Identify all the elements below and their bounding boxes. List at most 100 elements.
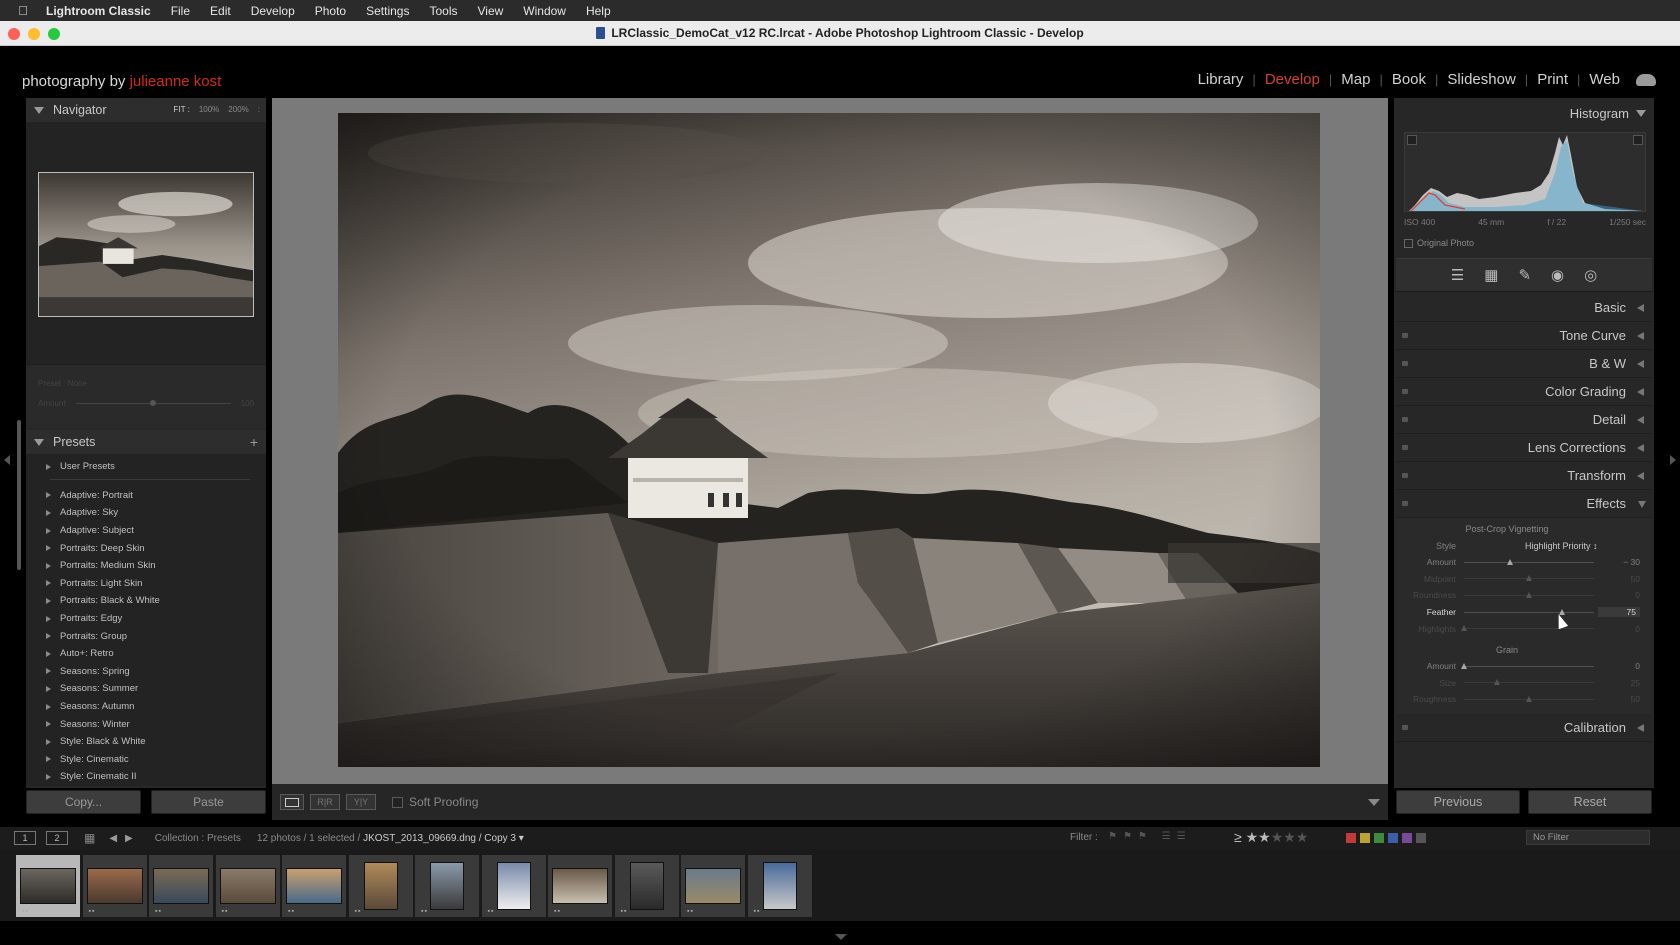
filmstrip-thumbnail[interactable]: ▪▪ (614, 855, 679, 917)
expand-triangle-icon[interactable] (46, 703, 51, 710)
expand-triangle-icon[interactable] (46, 597, 51, 604)
navigation-arrows[interactable]: ◀▶ (109, 833, 140, 844)
slider-thumb[interactable] (1526, 575, 1532, 582)
slider-value[interactable]: 0 (1594, 590, 1642, 600)
color-label-swatch[interactable] (1374, 833, 1384, 843)
menu-window[interactable]: Window (523, 4, 566, 18)
preset-folder[interactable]: Portraits: Edgy (26, 610, 266, 628)
module-slideshow[interactable]: Slideshow (1447, 71, 1515, 88)
vignette-style-select[interactable]: Highlight Priority ↕ (1525, 541, 1598, 551)
main-photo[interactable] (338, 113, 1320, 767)
star-icon[interactable]: ★ (1283, 829, 1296, 845)
before-after-swap-button[interactable]: Y|Y (346, 794, 376, 810)
slider-thumb[interactable] (1526, 591, 1532, 598)
panel-color-grading[interactable]: Color Grading (1396, 378, 1652, 406)
filmstrip-thumbnail[interactable]: ▪▪ (747, 855, 812, 917)
zoom-200[interactable]: 200% (228, 105, 248, 114)
healing-brush-icon[interactable]: ✎ (1518, 266, 1531, 284)
preset-folder[interactable]: Seasons: Winter (26, 715, 266, 733)
collapse-panel-icon[interactable] (1638, 501, 1646, 508)
slider-value[interactable]: 50 (1594, 694, 1642, 704)
menu-file[interactable]: File (171, 4, 190, 18)
preset-folder[interactable]: Portraits: Deep Skin (26, 539, 266, 557)
filmstrip-thumbnail[interactable]: ▪▪ (348, 855, 413, 917)
preset-folder-user-presets[interactable]: User Presets (26, 458, 266, 476)
expand-triangle-icon[interactable] (46, 463, 51, 470)
slider-thumb[interactable] (1461, 625, 1467, 632)
expand-panel-icon[interactable] (1637, 472, 1644, 480)
star-icon[interactable]: ★ (1271, 829, 1284, 845)
panel-calibration[interactable]: Calibration (1396, 714, 1652, 742)
module-book[interactable]: Book (1392, 71, 1426, 88)
expand-triangle-icon[interactable] (46, 650, 51, 657)
reset-button[interactable]: Reset (1528, 790, 1652, 814)
expand-panel-icon[interactable] (1637, 723, 1644, 732)
panel-switch-icon[interactable] (1402, 389, 1408, 394)
menu-help[interactable]: Help (586, 4, 611, 18)
slider-thumb[interactable] (1506, 558, 1513, 565)
highlight-clipping-icon[interactable] (1633, 135, 1643, 145)
preset-folder[interactable]: Style: Cinematic (26, 751, 266, 769)
zoom-100[interactable]: 100% (199, 105, 219, 114)
preset-folder[interactable]: Portraits: Group (26, 627, 266, 645)
preset-folder[interactable]: Adaptive: Sky (26, 504, 266, 522)
grid-view-icon[interactable]: ▦ (84, 831, 95, 845)
amount-slider[interactable] (75, 400, 231, 406)
copy-settings-button[interactable]: Copy... (26, 790, 141, 814)
star-icon[interactable]: ★ (1296, 829, 1309, 845)
zoom-window-button[interactable] (48, 28, 60, 40)
expand-triangle-icon[interactable] (46, 721, 51, 728)
filmstrip-thumbnail[interactable]: ▪▪ (215, 855, 280, 917)
apple-icon[interactable]:  (0, 3, 46, 18)
expand-triangle-icon[interactable] (46, 756, 51, 763)
collapse-right-panel-icon[interactable] (1670, 455, 1676, 465)
panel-basic[interactable]: Basic (1396, 294, 1652, 322)
expand-panel-icon[interactable] (1637, 332, 1644, 340)
expand-triangle-icon[interactable] (46, 580, 51, 587)
menu-develop[interactable]: Develop (251, 4, 295, 18)
slider-thumb[interactable] (150, 400, 156, 406)
navigator-thumbnail[interactable] (38, 172, 254, 317)
preset-folder[interactable]: Auto+: Retro (26, 645, 266, 663)
preset-folder[interactable]: Style: Cinematic II (26, 768, 266, 786)
filmstrip-thumbnail[interactable]: ▪▪ (149, 855, 213, 917)
preset-folder[interactable]: Adaptive: Subject (26, 522, 266, 540)
vignette-highlights-slider[interactable] (1461, 625, 1594, 632)
slider-thumb[interactable] (1493, 679, 1500, 686)
panel-switch-icon[interactable] (1402, 473, 1408, 478)
menu-edit[interactable]: Edit (210, 4, 231, 18)
star-icon[interactable]: ★ (1246, 829, 1259, 845)
expand-triangle-icon[interactable] (46, 527, 51, 534)
grain-size-slider[interactable] (1464, 679, 1594, 686)
slider-value[interactable]: 25 (1594, 678, 1642, 688)
color-label-swatch[interactable] (1416, 833, 1426, 843)
expand-triangle-icon[interactable] (46, 668, 51, 675)
close-window-button[interactable] (8, 28, 20, 40)
before-after-button[interactable]: R|R (310, 794, 340, 810)
preset-folder[interactable]: Seasons: Spring (26, 663, 266, 681)
panel-effects[interactable]: Effects (1396, 490, 1652, 518)
color-label-swatch[interactable] (1360, 833, 1370, 843)
loupe-view-button[interactable] (280, 794, 304, 810)
star-icon[interactable]: ★ (1258, 829, 1271, 845)
panel-tone-curve[interactable]: Tone Curve (1396, 322, 1652, 350)
expand-triangle-icon[interactable] (46, 738, 51, 745)
filter-preset-select[interactable]: No Filter (1526, 830, 1650, 845)
color-label-swatch[interactable] (1402, 833, 1412, 843)
slider-value[interactable]: 0 (1594, 624, 1642, 634)
filmstrip-thumbnail[interactable]: ▪▪ (82, 855, 147, 917)
left-panel-scrollbar[interactable] (17, 420, 21, 570)
expand-panel-icon[interactable] (1637, 416, 1644, 424)
expand-triangle-icon[interactable] (46, 492, 51, 499)
slider-value[interactable]: 75 (1598, 607, 1640, 618)
red-eye-icon[interactable]: ◉ (1551, 266, 1564, 284)
add-preset-icon[interactable]: + (250, 434, 258, 450)
panel-switch-icon[interactable] (1402, 445, 1408, 450)
module-develop[interactable]: Develop (1265, 71, 1320, 88)
panel-bw[interactable]: B & W (1396, 350, 1652, 378)
collapse-triangle-icon[interactable] (34, 438, 44, 446)
preset-folder[interactable]: Adaptive: Portrait (26, 487, 266, 505)
expand-panel-icon[interactable] (1637, 304, 1644, 312)
zoom-more[interactable]: : (258, 105, 260, 114)
preset-folder[interactable]: Portraits: Medium Skin (26, 557, 266, 575)
